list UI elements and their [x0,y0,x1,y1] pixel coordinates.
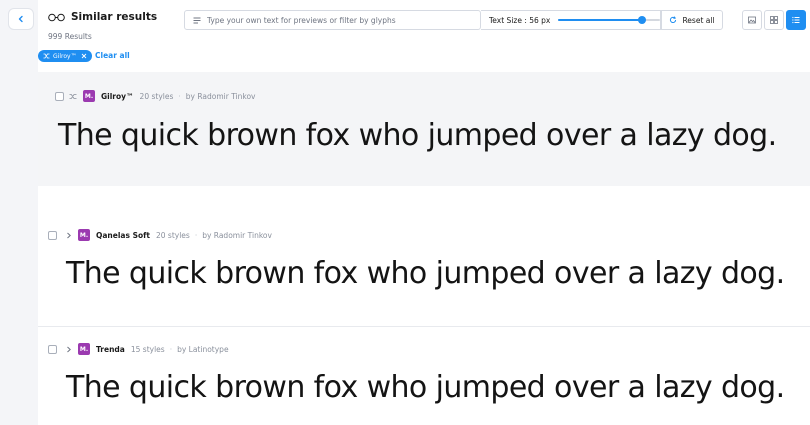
main-panel: Similar results 999 Results Text Size : … [38,0,810,425]
close-icon[interactable] [81,53,87,59]
text-size-control: Text Size : 56 px [481,10,661,30]
list-icon [792,16,800,24]
designer: by Latinotype [177,344,229,354]
grid-icon [770,16,778,24]
view-image-button[interactable] [742,10,762,30]
designer: by Radomir Tinkov [202,230,272,240]
font-preview-text: The quick brown fox who jumped over a la… [66,370,785,405]
clear-all-link[interactable]: Clear all [95,51,130,60]
font-card-header: M. Qanelas Soft 20 styles · by Radomir T… [48,229,272,241]
search-input[interactable] [207,12,467,28]
view-mode-toggle [740,10,806,30]
results-count: 999 Results [48,32,92,41]
row-divider [38,326,810,327]
font-preview-text: The quick brown fox who jumped over a la… [66,256,785,291]
view-grid-button[interactable] [764,10,784,30]
select-checkbox[interactable] [48,230,57,240]
view-list-button[interactable] [786,10,806,30]
filter-chip-label: Gilroy™ [53,52,77,60]
foundry-logo: M. [78,343,90,355]
style-count: 20 styles [155,230,190,240]
chevron-right-icon[interactable] [66,232,72,239]
font-name[interactable]: Gilroy™ [101,92,134,101]
text-lines-icon [193,17,201,23]
font-card[interactable]: M. Gilroy™ 20 styles · by Radomir Tinkov… [38,72,810,186]
separator-dot: · [169,344,173,354]
designer: by Radomir Tinkov [185,91,256,101]
image-icon [748,16,756,24]
back-button[interactable] [8,8,34,30]
separator-dot: · [194,230,198,240]
select-checkbox[interactable] [55,91,64,101]
text-size-label: Text Size : 56 px [489,15,551,25]
chevron-right-icon[interactable] [66,346,72,353]
reset-icon [670,16,677,24]
slider-fill [558,19,642,21]
search-box[interactable] [184,10,481,30]
chevron-left-icon [18,15,23,23]
font-name[interactable]: Trenda [96,345,125,354]
font-card[interactable]: M. Qanelas Soft 20 styles · by Radomir T… [38,215,810,323]
foundry-logo: M. [83,90,95,102]
style-count: 15 styles [130,344,165,354]
filter-chip[interactable]: Gilroy™ [38,50,92,62]
style-count: 20 styles [139,91,174,101]
separator-dot: · [178,91,181,101]
font-preview-text: The quick brown fox who jumped over a la… [58,118,777,153]
glasses-icon [48,13,65,21]
reset-all-button[interactable]: Reset all [661,10,723,30]
font-card[interactable]: M. Trenda 15 styles · by Latinotype The … [38,330,810,425]
text-size-slider[interactable] [558,14,660,26]
foundry-logo: M. [78,229,90,241]
page-title: Similar results [71,11,158,23]
font-name[interactable]: Qanelas Soft [96,231,150,240]
page-header: Similar results [48,11,157,23]
slider-thumb[interactable] [638,16,646,24]
shuffle-icon[interactable] [69,93,77,100]
reset-label: Reset all [682,15,715,25]
select-checkbox[interactable] [48,344,57,354]
font-card-header: M. Gilroy™ 20 styles · by Radomir Tinkov [55,90,256,102]
left-rail [0,0,38,425]
font-card-header: M. Trenda 15 styles · by Latinotype [48,343,229,355]
shuffle-icon [43,53,50,59]
